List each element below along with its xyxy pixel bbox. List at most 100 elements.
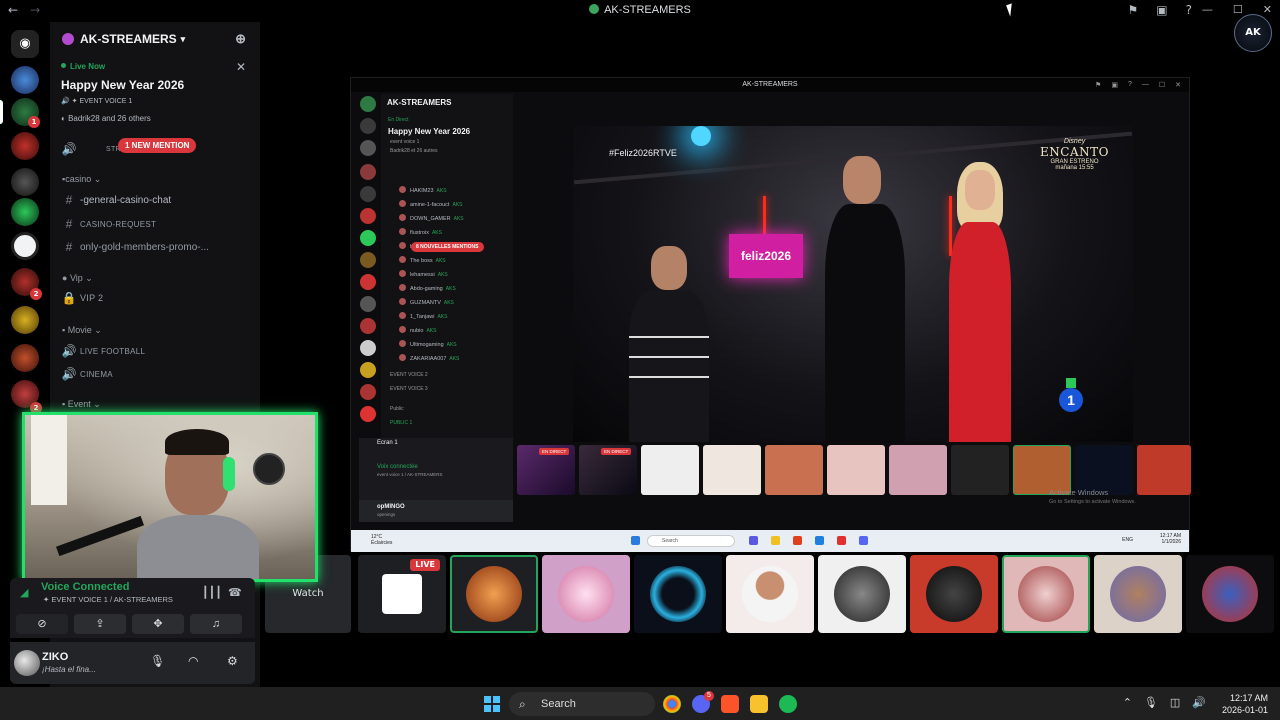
category-casino[interactable]: ▪casino ⌄: [62, 174, 101, 185]
window-title-text: AK-STREAMERS: [604, 4, 691, 16]
server-icon[interactable]: [11, 344, 39, 372]
brave-icon[interactable]: [721, 695, 739, 713]
server-avatar-icon: [62, 33, 74, 45]
broadcast-promo: Disney ENCANTO GRAN ESTRENO mañana 15:55: [1040, 138, 1109, 171]
microphone-icon[interactable]: 🎙: [150, 654, 165, 668]
category-event[interactable]: ▪ Event ⌄: [62, 399, 101, 410]
participant-tile[interactable]: [1186, 555, 1274, 633]
taskbar-clock[interactable]: 12:17 AM 2026-01-01: [1222, 692, 1268, 716]
chevron-up-icon[interactable]: ⌃: [1123, 696, 1132, 709]
notification-badge: 2: [30, 288, 42, 300]
shared-username: opMINGO: [377, 504, 405, 510]
tv-broadcast-video[interactable]: #Feliz2026RTVE Disney ENCANTO GRAN ESTRE…: [573, 126, 1133, 442]
shared-voice-channel: EVENT VOICE 2: [390, 372, 428, 378]
activities-button[interactable]: ✥: [132, 614, 184, 634]
female-host: [945, 162, 1015, 442]
headphones-icon[interactable]: ◠: [188, 654, 198, 668]
taskbar-app-icon: [815, 536, 824, 545]
inbox-icon[interactable]: ▣: [1156, 3, 1167, 17]
member-row: HAKIM23 AKS: [399, 186, 447, 194]
windows-start-icon[interactable]: [484, 696, 500, 712]
flag-icon[interactable]: ⚑: [1128, 3, 1139, 17]
clock-date: 2026-01-01: [1221, 705, 1268, 715]
streamer-person: [137, 429, 259, 579]
discord-home-icon[interactable]: ◉: [11, 30, 39, 58]
participant-thumb: [889, 445, 947, 495]
avatar[interactable]: [14, 650, 40, 676]
server-icon[interactable]: [11, 132, 39, 160]
shared-screen[interactable]: AK-STREAMERS ⚑ ▣? — ☐ ✕ AK-STREAMERS En Dire…: [350, 77, 1191, 552]
channel-vip-2[interactable]: 🔒 VIP 2: [50, 287, 260, 309]
new-mention-pill[interactable]: 1 NEW MENTION: [118, 138, 197, 153]
disconnect-icon[interactable]: ☎: [228, 586, 242, 599]
mic-tray-icon[interactable]: 🎙: [1144, 696, 1158, 709]
participant-tile[interactable]: [634, 555, 722, 633]
channel-casino-request[interactable]: # CASINO-REQUEST: [50, 213, 260, 235]
spotify-icon[interactable]: [779, 695, 797, 713]
shared-user-status: openings: [377, 512, 396, 517]
file-explorer-icon[interactable]: [750, 695, 768, 713]
participant-thumb: EN DIRECT: [517, 445, 575, 495]
category-label: Movie: [67, 325, 92, 335]
user-status: ¡Hasta el fina...: [42, 665, 96, 674]
add-user-icon[interactable]: ⊕: [235, 31, 246, 47]
chevron-down-icon: ▾: [180, 33, 186, 44]
server-icon[interactable]: [11, 232, 39, 260]
server-icon[interactable]: [11, 198, 39, 226]
taskbar-search[interactable]: ⌕ Search: [509, 692, 655, 716]
volume-icon[interactable]: 🔊: [1192, 696, 1206, 709]
participant-tile[interactable]: [1002, 555, 1090, 633]
noise-suppression-icon[interactable]: ┃┃┃: [202, 586, 222, 599]
channel-cinema[interactable]: 🔊 CINEMA: [50, 363, 260, 385]
participant-tile[interactable]: [726, 555, 814, 633]
category-movie[interactable]: ▪ Movie ⌄: [62, 325, 102, 336]
screen-share-button[interactable]: ⇪: [74, 614, 126, 634]
server-icon: [360, 208, 376, 224]
close-window-icon[interactable]: ✕: [1263, 3, 1272, 16]
shared-public-channel: PUBLIC 1: [390, 420, 413, 426]
shared-category: Public: [390, 406, 404, 412]
participant-tile[interactable]: [1094, 555, 1182, 633]
broadcast-hashtag: #Feliz2026RTVE: [609, 148, 677, 158]
channel-live-football[interactable]: 🔊 LIVE FOOTBALL: [50, 340, 260, 362]
member-row: nubio AKS: [399, 326, 436, 334]
server-icon[interactable]: [11, 66, 39, 94]
soundboard-button[interactable]: ♫: [190, 614, 242, 634]
activate-windows-sub: Go to Settings to activate Windows.: [1049, 499, 1136, 505]
activate-windows-title: Activate Windows: [1049, 488, 1109, 497]
participant-tile[interactable]: [818, 555, 906, 633]
participant-tile[interactable]: [450, 555, 538, 633]
participant-tile[interactable]: LIVE: [358, 555, 446, 633]
help-icon[interactable]: ?: [1186, 3, 1192, 17]
maximize-icon[interactable]: ☐: [1233, 3, 1243, 16]
close-icon[interactable]: ✕: [236, 60, 246, 74]
member-row: ZAKARIAA007 AKS: [399, 354, 459, 362]
server-icon: [360, 340, 376, 356]
server-icon: [360, 296, 376, 312]
settings-gear-icon[interactable]: ⚙: [227, 654, 238, 668]
server-icon: [360, 362, 376, 378]
category-vip[interactable]: ● Vip ⌄: [62, 273, 93, 284]
live-indicator: Live Now: [61, 62, 105, 71]
search-icon: ⌕: [519, 697, 526, 711]
server-icon: [360, 406, 376, 422]
category-label: Event: [67, 399, 91, 409]
channel-casino-chat[interactable]: # -general-casino-chat: [50, 189, 260, 211]
participant-tile[interactable]: [542, 555, 630, 633]
shared-voice-location: event voice 1 / AK-STREAMERS: [377, 472, 443, 477]
network-icon[interactable]: ◫: [1170, 696, 1180, 709]
server-header[interactable]: AK-STREAMERS ▾ ⊕: [50, 22, 260, 56]
member-row: DOWN_GAMER AKS: [399, 214, 464, 222]
channel-gold-promo[interactable]: # only-gold-members-promo-...: [50, 236, 260, 258]
server-icon[interactable]: [11, 168, 39, 196]
server-icon[interactable]: [11, 306, 39, 334]
minimize-icon[interactable]: —: [1202, 3, 1213, 16]
participant-tile[interactable]: [910, 555, 998, 633]
shared-voice-channel: EVENT VOICE 3: [390, 386, 428, 392]
participant-thumb: [641, 445, 699, 495]
chrome-icon[interactable]: [663, 695, 681, 713]
shared-window-controls: ⚑ ▣? — ☐ ✕: [1095, 81, 1181, 89]
server-icon: [360, 164, 376, 180]
camera-button[interactable]: ⊘: [16, 614, 68, 634]
shared-event-title: Happy New Year 2026: [388, 127, 471, 136]
